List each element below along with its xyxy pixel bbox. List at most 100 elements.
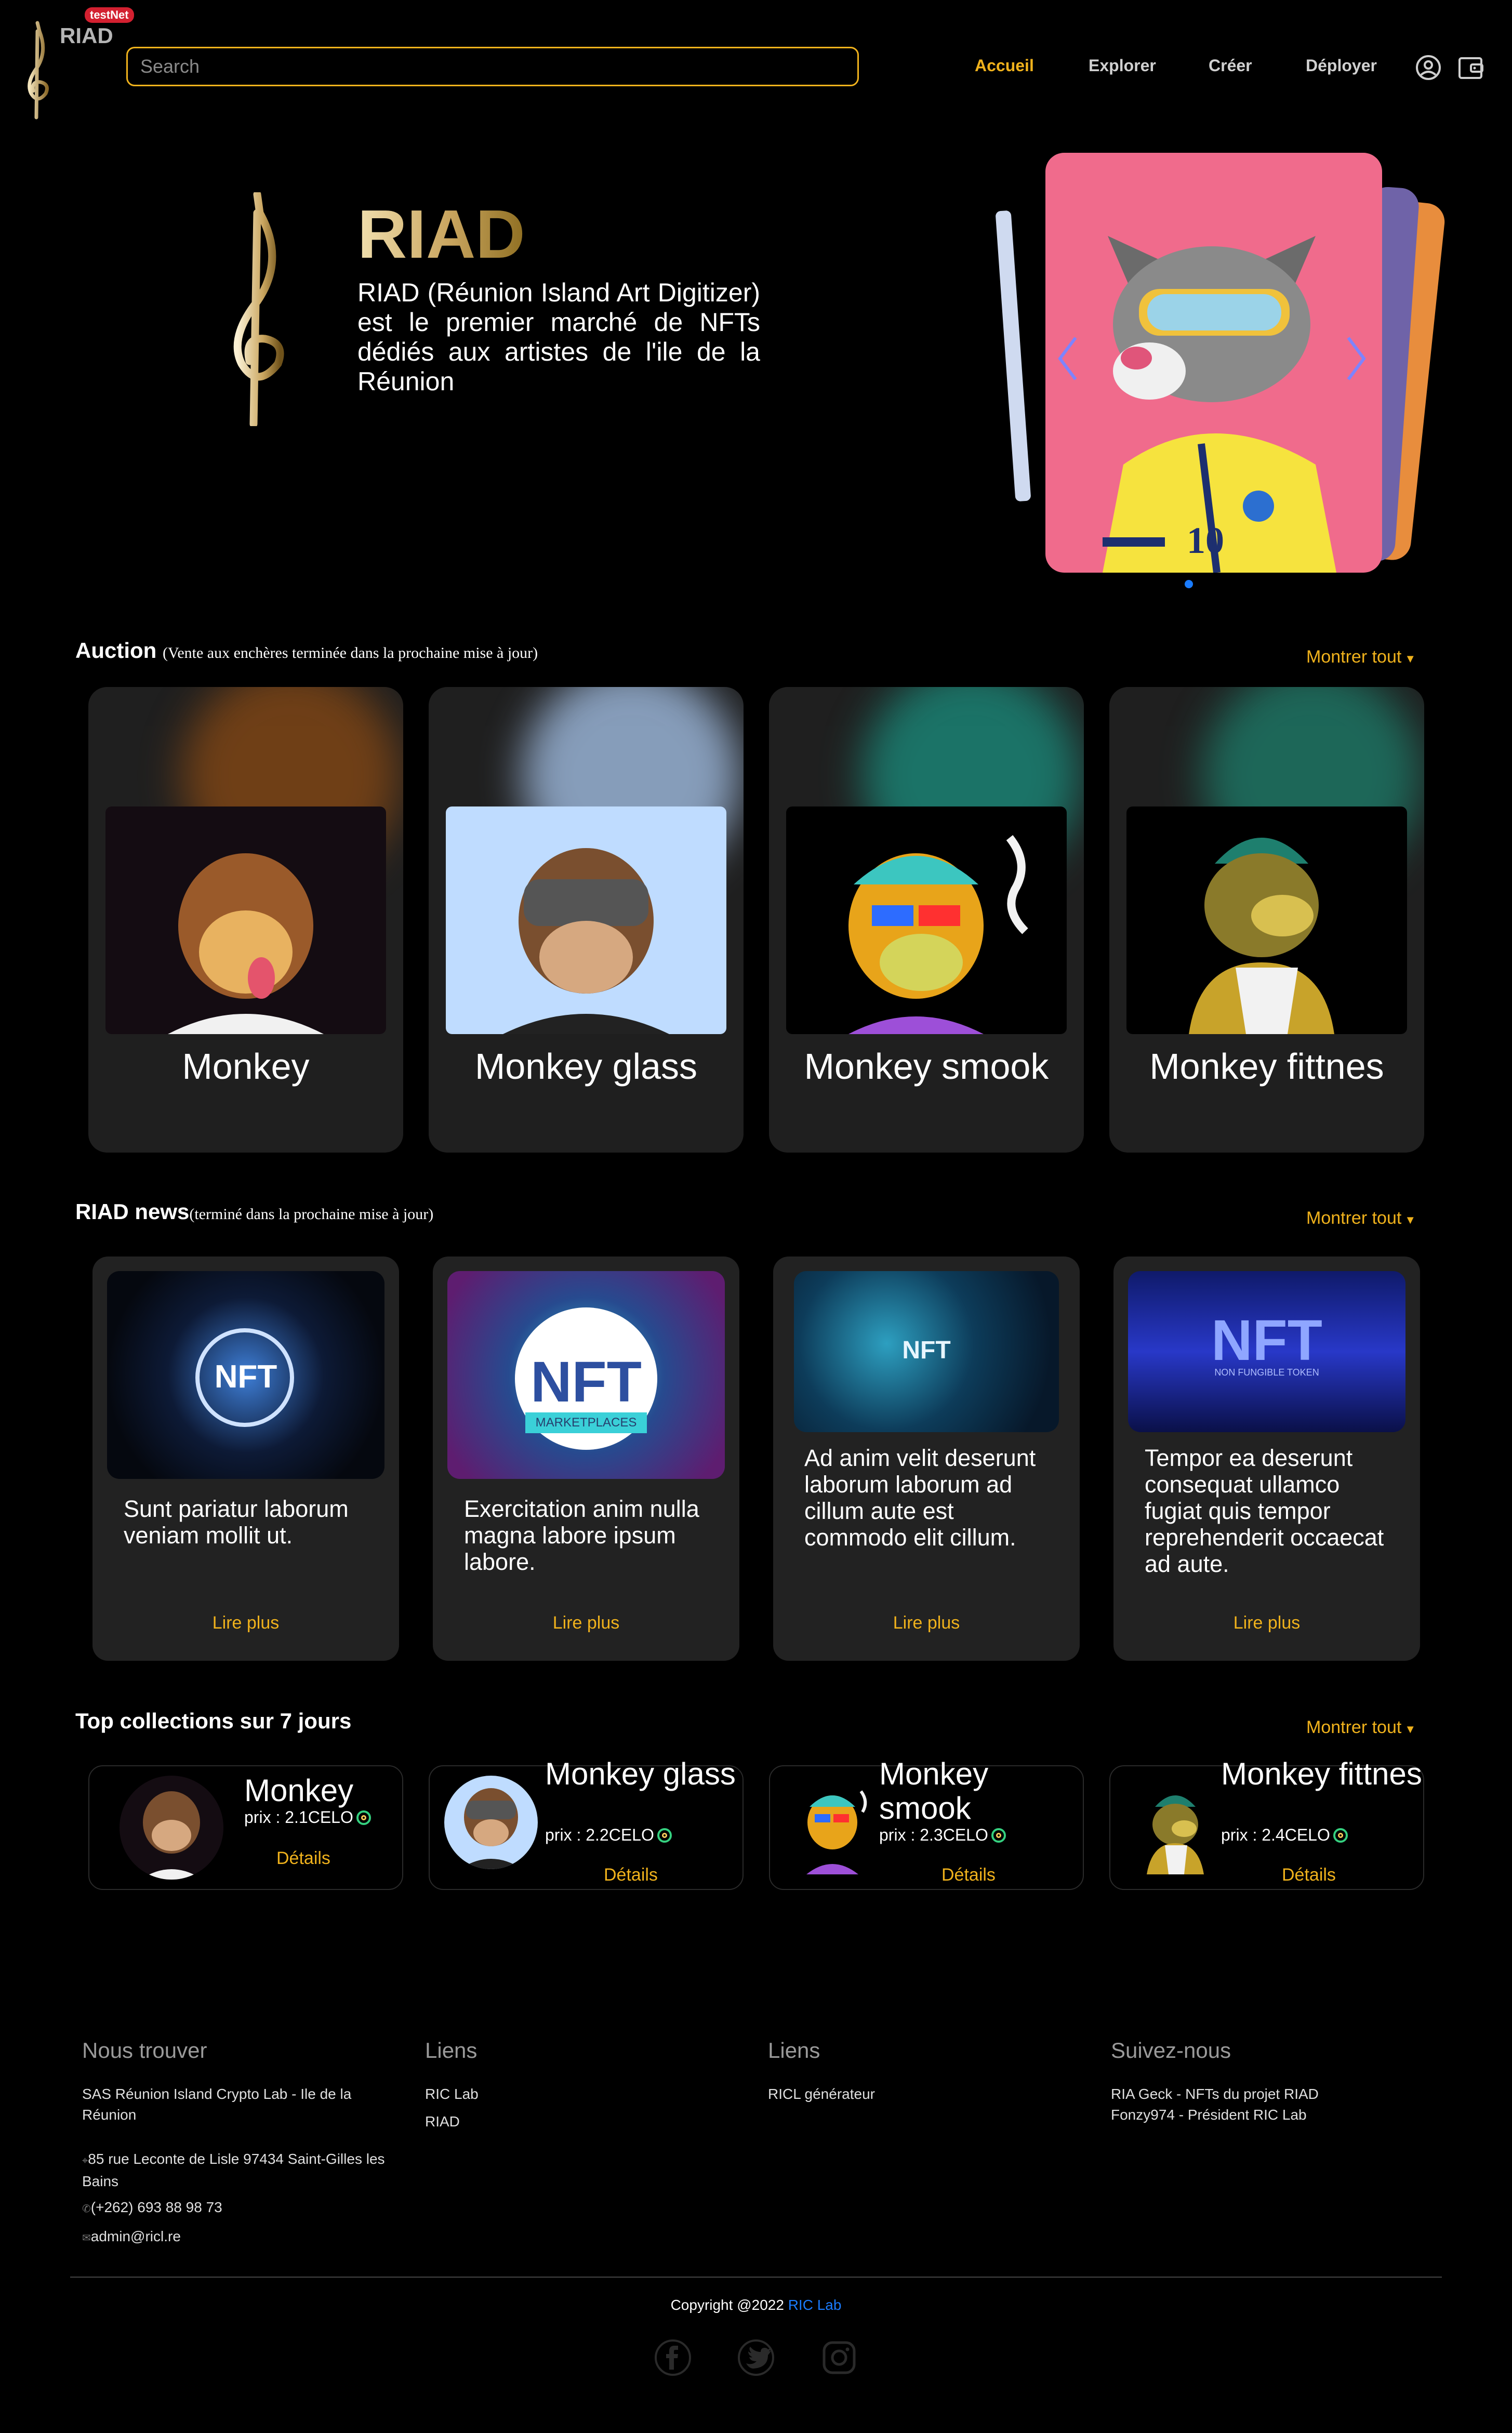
news-card[interactable]: NFT NON FUNGIBLE TOKEN Tempor ea deserun…	[1113, 1257, 1420, 1661]
show-all-label: Montrer tout	[1306, 647, 1402, 667]
wallet-icon[interactable]	[1457, 54, 1484, 81]
svg-text:10: 10	[1187, 520, 1224, 561]
caret-down-icon: ▼	[1404, 652, 1416, 665]
search-input[interactable]	[126, 47, 859, 86]
collection-avatar	[444, 1776, 538, 1869]
footer-link-riad[interactable]: RIAD	[425, 2111, 460, 2132]
collection-avatar	[796, 1781, 874, 1874]
news-card[interactable]: NFT MARKETPLACES Exercitation anim nulla…	[433, 1257, 739, 1661]
phone-icon: ✆	[82, 2203, 91, 2215]
news-card[interactable]: NFT Sunt pariatur laborum veniam mollit …	[92, 1257, 399, 1661]
footer-col2-title: Liens	[425, 2038, 478, 2062]
footer-col3-title: Liens	[768, 2038, 820, 2062]
collection-name: Monkey smook	[879, 1756, 989, 1826]
monkey-nft-image	[105, 806, 386, 1034]
wolf-nft-image: 10	[1103, 236, 1336, 573]
instagram-icon[interactable]	[820, 2338, 858, 2377]
collection-card[interactable]: Monkey glass prix : 2.2CELO Détails	[429, 1757, 744, 1890]
footer-phone[interactable]: ✆(+262) 693 88 98 73	[82, 2197, 222, 2219]
collection-avatar	[120, 1776, 223, 1880]
collection-price: prix : 2.2CELO	[545, 1826, 672, 1845]
auction-subtitle: (Vente aux enchères terminée dans la pro…	[162, 644, 538, 662]
auction-card[interactable]: Monkey	[88, 687, 403, 1153]
riad-logo-clef-icon[interactable]	[16, 21, 57, 120]
news-image: NFT NON FUNGIBLE TOKEN	[1128, 1271, 1405, 1432]
collection-price: prix : 2.4CELO	[1221, 1826, 1348, 1845]
nav-accueil[interactable]: Accueil	[975, 56, 1034, 75]
auction-item-name: Monkey fittnes	[1149, 1046, 1384, 1087]
nav-deployer[interactable]: Déployer	[1306, 56, 1377, 75]
monkey-fittnes-nft-image	[1126, 806, 1407, 1034]
auction-card[interactable]: Monkey smook	[769, 687, 1084, 1153]
footer-col4-title: Suivez-nous	[1111, 2038, 1231, 2062]
carousel-back-card	[995, 210, 1031, 502]
read-more-link[interactable]: Lire plus	[1113, 1613, 1420, 1633]
read-more-link[interactable]: Lire plus	[92, 1613, 399, 1633]
collection-name: Monkey	[244, 1773, 354, 1808]
mail-icon: ✉	[82, 2232, 91, 2244]
hero-title: RIAD	[357, 196, 525, 272]
details-link[interactable]: Détails	[604, 1865, 658, 1885]
news-card[interactable]: NFT Ad anim velit deserunt laborum labor…	[773, 1257, 1080, 1661]
auction-title: Auction	[75, 638, 157, 663]
auction-heading: Auction (Vente aux enchères terminée dan…	[75, 638, 538, 663]
footer-col1-title: Nous trouver	[82, 2038, 207, 2062]
footer-company: SAS Réunion Island Crypto Lab - Ile de l…	[82, 2086, 352, 2123]
collection-card[interactable]: Monkey smook prix : 2.3CELO Détails	[769, 1757, 1084, 1890]
read-more-link[interactable]: Lire plus	[773, 1613, 1080, 1633]
celo-icon	[1333, 1828, 1348, 1843]
auction-show-all-button[interactable]: Montrer tout ▼	[1306, 647, 1416, 667]
news-show-all-button[interactable]: Montrer tout ▼	[1306, 1208, 1416, 1228]
show-all-label: Montrer tout	[1306, 1208, 1402, 1228]
monkey-smook-nft-image	[786, 806, 1067, 1034]
carousel-active-slide[interactable]: 10	[1045, 153, 1382, 573]
auction-card[interactable]: Monkey glass	[429, 687, 744, 1153]
nav-explorer[interactable]: Explorer	[1089, 56, 1156, 75]
news-image: NFT MARKETPLACES	[447, 1271, 725, 1479]
twitter-icon[interactable]	[737, 2338, 775, 2377]
auction-item-name: Monkey	[182, 1046, 310, 1087]
footer-link-generateur[interactable]: RICL générateur	[768, 2084, 875, 2105]
details-link[interactable]: Détails	[1282, 1865, 1336, 1885]
footer-address: ⌖85 rue Leconte de Lisle 97434 Saint-Gil…	[82, 2151, 385, 2189]
collection-avatar	[1136, 1781, 1214, 1874]
celo-icon	[991, 1828, 1006, 1843]
caret-down-icon: ▼	[1404, 1723, 1416, 1736]
monkey-glass-nft-image	[446, 806, 726, 1034]
collection-card[interactable]: Monkey fittnes prix : 2.4CELO Détails	[1109, 1757, 1424, 1890]
footer-divider	[70, 2277, 1442, 2278]
news-image: NFT	[107, 1271, 384, 1479]
news-heading: RIAD news(terminé dans la prochaine mise…	[75, 1199, 433, 1224]
nav-creer[interactable]: Créer	[1209, 56, 1252, 75]
collection-price: prix : 2.1CELO	[244, 1808, 371, 1827]
facebook-icon[interactable]	[654, 2338, 692, 2377]
user-circle-icon[interactable]	[1415, 54, 1442, 81]
chevron-left-icon[interactable]	[1055, 333, 1081, 385]
collections-show-all-button[interactable]: Montrer tout ▼	[1306, 1717, 1416, 1738]
hero-description: RIAD (Réunion Island Art Digitizer) est …	[357, 278, 760, 396]
collection-card[interactable]: Monkey prix : 2.1CELO Détails	[88, 1765, 403, 1890]
collection-price: prix : 2.3CELO	[879, 1826, 1006, 1845]
news-text: Ad anim velit deserunt laborum laborum a…	[804, 1445, 1036, 1551]
collections-title: Top collections sur 7 jours	[75, 1709, 352, 1733]
carousel-indicator-dot[interactable]	[1185, 580, 1193, 588]
copyright: Copyright @2022 RIC Lab	[670, 2297, 842, 2313]
celo-icon	[657, 1828, 672, 1843]
footer-link-ric-lab[interactable]: RIC Lab	[425, 2084, 479, 2105]
caret-down-icon: ▼	[1404, 1213, 1416, 1226]
news-text: Exercitation anim nulla magna labore ips…	[464, 1496, 699, 1575]
details-link[interactable]: Détails	[276, 1848, 330, 1869]
brand-name[interactable]: RIAD	[60, 23, 113, 48]
read-more-link[interactable]: Lire plus	[433, 1613, 739, 1633]
details-link[interactable]: Détails	[941, 1865, 996, 1885]
footer-email[interactable]: ✉admin@ricl.re	[82, 2226, 181, 2249]
location-icon: ⌖	[82, 2155, 88, 2166]
footer-follow-fonzy[interactable]: Fonzy974 - Président RIC Lab	[1111, 2105, 1307, 2125]
news-text: Sunt pariatur laborum veniam mollit ut.	[124, 1496, 349, 1549]
auction-card[interactable]: Monkey fittnes	[1109, 687, 1424, 1153]
chevron-right-icon[interactable]	[1343, 333, 1369, 385]
footer-follow-riageck[interactable]: RIA Geck - NFTs du projet RIAD	[1111, 2084, 1319, 2105]
show-all-label: Montrer tout	[1306, 1717, 1402, 1737]
copyright-link[interactable]: RIC Lab	[788, 2297, 842, 2313]
news-image: NFT	[794, 1271, 1059, 1432]
